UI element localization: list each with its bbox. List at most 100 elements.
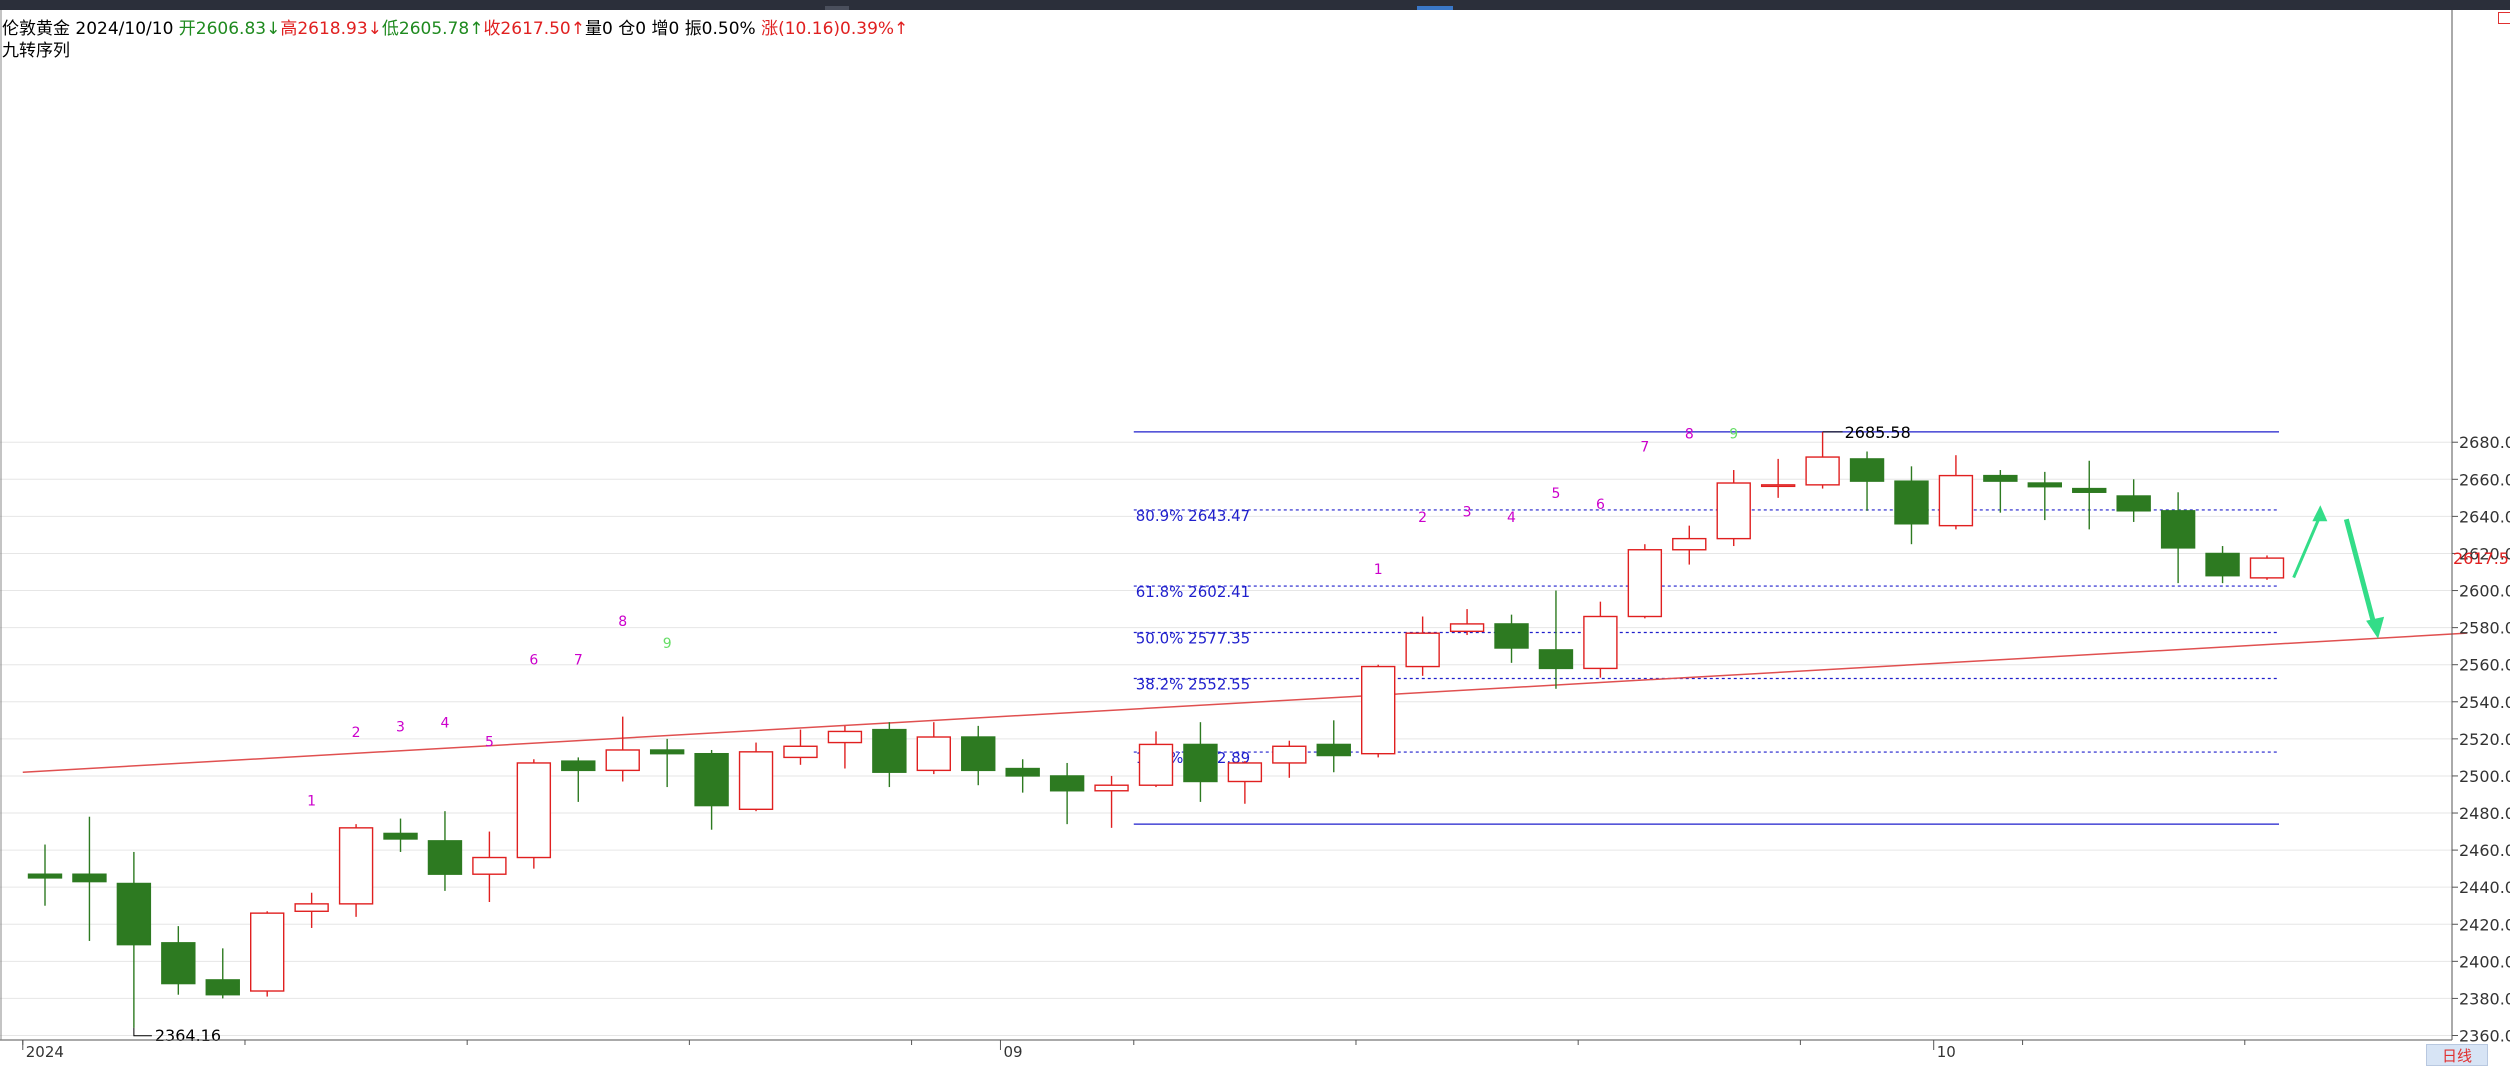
high-price: 高2618.93↓ [280,19,382,39]
y-tick-label: 2380.00 [2459,989,2510,1008]
down-arrow-shaft [2343,518,2377,626]
forecast-arrows[interactable] [2292,505,2385,639]
candle [27,844,63,906]
candle-body [1627,549,1663,618]
candle [783,729,818,765]
y-tick-label: 2480.00 [2459,804,2510,823]
candle [338,824,374,917]
candle [2116,479,2151,522]
candle [516,759,552,869]
td-count: 6 [1596,497,1605,513]
candle-body [783,745,818,759]
candle-body [2027,482,2063,488]
candle [738,742,774,812]
candle [1760,458,1796,498]
axes: 2360.00 2380.00 2400.00 2420.00 2440.00 2460.… [0,10,2510,1061]
y-tick-label: 2660.00 [2459,470,2510,489]
candle [1405,616,1440,676]
candle-body [1183,743,1218,783]
candle-body [1538,649,1574,670]
timeframe-label[interactable]: 日线 [2426,1044,2488,1066]
indicator-label[interactable]: 九转序列 [2,36,70,61]
td-count: 9 [1729,427,1738,443]
td-count: 6 [529,653,538,669]
y-tick-label: 2520.00 [2459,730,2510,749]
td-count: 8 [1685,427,1694,443]
candle [1716,470,1751,547]
low-mark-label: 2364.16 [155,1026,221,1045]
candle-body [1405,632,1440,668]
candle-body [1672,537,1707,551]
price-grid [0,441,2452,1036]
candle [249,911,285,997]
candle [294,892,329,928]
candle [1360,664,1396,758]
y-tick-label: 2400.00 [2459,952,2510,971]
candle [161,926,196,995]
candle-body [2160,510,2196,549]
candle [605,716,640,782]
candle-body [1094,784,1129,792]
candle-body [1805,456,1840,486]
candle-body [1983,474,2018,482]
y-tick-label: 2680.00 [2459,433,2510,452]
td-count: 2 [352,725,361,741]
candle [1494,614,1529,663]
td-count: 7 [1640,439,1649,455]
candle-body [1360,665,1396,755]
quote-header: 伦敦黄金 2024/10/10 开2606.83↓高2618.93↓低2605.… [2,14,908,39]
candle [1849,451,1885,511]
fib-level-label: 50.0% 2577.35 [1136,630,1250,648]
td-count: 4 [1507,510,1516,526]
td-count: 4 [440,716,449,732]
candle-body [1316,743,1351,757]
candle [2249,555,2285,580]
candle [1583,601,1618,678]
candle-body [205,979,240,996]
candle [1227,761,1263,804]
candle-body [1005,767,1040,777]
candle-body [738,751,774,811]
candle [1894,466,1929,545]
candle [1449,609,1485,636]
candle [427,811,463,891]
y-tick-label: 2560.00 [2459,656,2510,675]
candle-body [1894,480,1929,525]
candle-body [1138,743,1174,786]
candle-body [561,760,596,772]
candle-body [649,749,685,755]
candle-body [1049,775,1085,792]
candle [1183,722,1218,802]
x-tick-label: 09 [1003,1043,1022,1061]
candle-body [294,903,329,912]
candle-body [516,762,552,859]
window-top-strip [0,0,2510,10]
candle [1005,759,1040,793]
candle-body [249,912,285,992]
candle [1094,775,1129,828]
td-count: 7 [574,653,583,669]
candle [1983,470,2018,513]
candle-body [1849,458,1885,482]
candle-body [2072,487,2107,493]
oi-increase: 增0 [651,19,680,39]
candle-body [161,942,196,985]
up-arrow-head [2312,505,2328,522]
change: 涨(10.16)0.39%↑ [761,19,909,39]
candle-body [427,840,463,875]
td-sequence-numbers: 1 2 3 4 5 6 7 8 9 1 2 3 4 5 6 7 8 9 [307,427,1738,810]
td-count: 8 [618,614,627,630]
candle [694,749,729,830]
low-price: 低2605.78↑ [381,19,484,39]
td-count: 1 [1374,562,1383,578]
candlestick-chart[interactable]: 80.9% 2643.47 61.8% 2602.41 50.0% 2577.35 3… [0,10,2510,1068]
candle-body [605,749,640,772]
fib-level-label: 38.2% 2552.55 [1136,676,1250,694]
candle-body [1938,474,1974,527]
candle-body [2116,495,2151,512]
td-count: 2 [1418,510,1427,526]
candle-body [1716,482,1751,540]
candle [1316,720,1351,773]
x-tick-label: 2024 [26,1043,64,1061]
candle-body [1227,762,1263,783]
